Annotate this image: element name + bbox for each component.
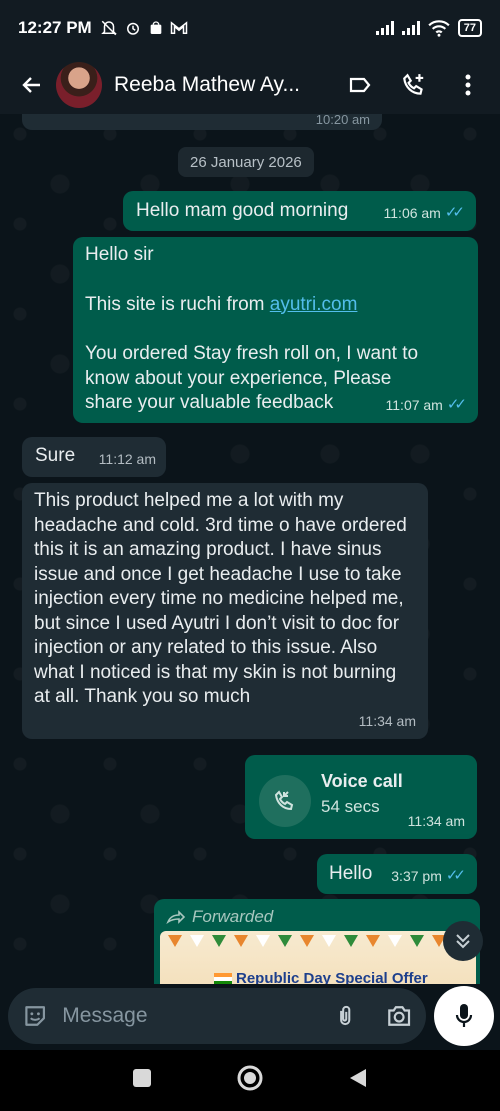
wifi-icon xyxy=(428,20,450,37)
read-ticks-icon: ✓✓ xyxy=(445,866,466,884)
message-box xyxy=(8,988,426,1044)
outgoing-message[interactable]: Hello 3:37 pm ✓✓ xyxy=(317,854,477,894)
website-link[interactable]: ayutri.com xyxy=(270,294,358,315)
message-input[interactable] xyxy=(62,1004,334,1028)
message-time: 3:37 pm xyxy=(391,867,442,884)
promo-banner: Republic Day Special Offer xyxy=(214,967,428,984)
message-text: This product helped me a lot with my hea… xyxy=(34,490,407,707)
back-nav-button[interactable] xyxy=(348,1067,368,1094)
more-vert-icon xyxy=(465,74,471,96)
gmail-icon xyxy=(170,21,187,34)
message-site-text: This site is ruchi from xyxy=(85,293,270,315)
signal-icon xyxy=(375,21,394,35)
back-button[interactable] xyxy=(12,65,52,105)
call-duration: 54 secs xyxy=(321,797,380,816)
status-bar: 12:27 PM 77 xyxy=(0,0,500,56)
forwarded-text: Forwarded xyxy=(192,907,274,926)
message-time: 11:06 am xyxy=(383,204,441,221)
double-chevron-down-icon xyxy=(456,934,470,949)
recent-apps-button[interactable] xyxy=(132,1068,152,1093)
message-text: Hello xyxy=(329,863,373,884)
system-navigation-bar xyxy=(0,1050,500,1111)
message-meta: 11:34 am xyxy=(408,809,465,834)
outgoing-message[interactable]: Hello sir This site is ruchi from ayutri… xyxy=(73,237,478,423)
message-greeting: Hello sir xyxy=(85,244,154,265)
call-icon xyxy=(274,790,294,811)
status-time: 12:27 PM xyxy=(18,18,92,37)
message-meta: 11:12 am xyxy=(99,447,156,472)
triangle-back-icon xyxy=(349,1069,366,1087)
add-call-icon xyxy=(403,73,424,95)
previous-message-tail: 10:20 am xyxy=(22,114,382,130)
read-ticks-icon: ✓✓ xyxy=(446,395,467,413)
message-time: 11:07 am xyxy=(385,396,443,413)
message-meta: 11:06 am ✓✓ xyxy=(383,201,466,226)
camera-icon[interactable] xyxy=(386,1003,412,1029)
promo-text: Republic Day Special Offer xyxy=(236,970,428,984)
add-call-button[interactable] xyxy=(394,65,434,105)
outgoing-message[interactable]: Hello mam good morning 11:06 am ✓✓ xyxy=(123,191,476,231)
forward-icon xyxy=(166,910,186,925)
label-icon xyxy=(349,77,371,93)
system-indicators: 77 xyxy=(375,19,482,37)
message-meta: 11:07 am ✓✓ xyxy=(385,393,468,418)
avatar[interactable] xyxy=(56,62,102,108)
sticker-icon[interactable] xyxy=(22,1002,48,1030)
call-title: Voice call xyxy=(321,771,403,791)
message-time: 11:12 am xyxy=(98,450,156,467)
incoming-message[interactable]: This product helped me a lot with my hea… xyxy=(22,483,428,739)
missed-call-icon-wrap xyxy=(259,775,311,827)
scroll-to-bottom-button[interactable] xyxy=(443,921,483,961)
voice-call-message[interactable]: Voice call 54 secs 11:34 am xyxy=(245,755,477,839)
message-meta: 3:37 pm ✓✓ xyxy=(391,864,466,889)
attach-icon[interactable] xyxy=(333,1002,357,1030)
alarm-icon xyxy=(126,22,139,35)
shopping-bag-icon xyxy=(150,21,162,34)
message-composer xyxy=(0,984,500,1050)
date-chip: 26 January 2026 xyxy=(178,147,314,177)
message-text: Sure xyxy=(35,445,76,466)
bunting-decoration xyxy=(168,935,468,947)
label-button[interactable] xyxy=(340,65,380,105)
india-flag-icon xyxy=(214,973,232,984)
mic-icon xyxy=(455,1004,473,1027)
square-icon xyxy=(133,1069,152,1087)
more-options-button[interactable] xyxy=(448,65,488,105)
battery-icon: 77 xyxy=(457,19,482,37)
forwarded-image[interactable]: Republic Day Special Offer xyxy=(160,931,476,984)
back-arrow-icon xyxy=(22,77,40,93)
message-text: Hello mam good morning xyxy=(136,200,349,221)
message-time: 11:34 am xyxy=(407,812,465,829)
forwarded-label: Forwarded xyxy=(166,905,273,930)
message-meta: 11:34 am xyxy=(359,709,416,734)
contact-name[interactable]: Reeba Mathew Ay... xyxy=(114,73,314,97)
signal-icon-2 xyxy=(401,21,420,35)
incoming-message[interactable]: Sure 11:12 am xyxy=(22,437,166,477)
previous-message-time: 10:20 am xyxy=(315,114,370,127)
message-site-line: This site is ruchi from ayutri.com xyxy=(85,293,466,318)
voice-record-button[interactable] xyxy=(434,986,494,1046)
mute-icon xyxy=(100,20,117,36)
message-feedback-request: You ordered Stay fresh roll on, I want t… xyxy=(85,343,419,413)
chat-area[interactable]: 10:20 am 26 January 2026 Hello mam good … xyxy=(0,114,500,984)
notification-icons xyxy=(100,19,188,37)
message-time: 11:34 am xyxy=(358,712,416,729)
home-button[interactable] xyxy=(237,1065,263,1096)
read-ticks-icon: ✓✓ xyxy=(444,203,465,221)
forwarded-message[interactable]: Forwarded Republic Day Special Offer xyxy=(154,899,480,984)
chat-header: Reeba Mathew Ay... xyxy=(0,56,500,114)
circle-icon xyxy=(237,1065,263,1091)
